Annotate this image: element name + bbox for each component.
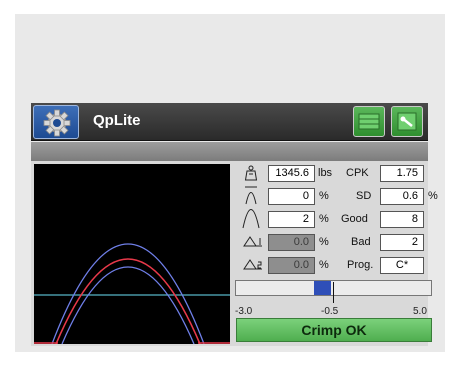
sd-value: 0.6 — [380, 188, 424, 205]
reading-5-unit: % — [319, 259, 329, 271]
grid-icon — [358, 113, 380, 130]
deviation-marker[interactable] — [314, 281, 331, 295]
weight-icon — [244, 165, 258, 181]
scale-min-label: -3.0 — [235, 306, 253, 317]
prog-label: Prog. — [347, 259, 374, 271]
tools-icon — [397, 112, 417, 131]
grid-button[interactable] — [353, 106, 385, 137]
delta-2-icon — [243, 259, 262, 270]
gear-icon — [43, 109, 71, 137]
sd-label: SD — [356, 190, 372, 202]
scale-mid-label: -0.5 — [321, 306, 339, 317]
bad-label: Bad — [351, 236, 371, 248]
curve-icon — [242, 209, 260, 229]
reading-5-value: 0.0 — [268, 257, 315, 274]
program-select[interactable]: C* — [380, 257, 424, 274]
force-unit: lbs — [318, 167, 333, 179]
reading-3-unit: % — [319, 213, 329, 225]
bad-value: 2 — [380, 234, 424, 251]
deviation-pointer — [333, 282, 334, 303]
lower-limit-curve — [61, 266, 195, 344]
cpk-value: 1.75 — [380, 165, 424, 182]
reading-2-value: 0 — [268, 188, 315, 205]
crimp-status: Crimp OK — [236, 318, 432, 342]
sd-unit: % — [428, 190, 438, 202]
reading-2-unit: % — [319, 190, 329, 202]
cpk-label: CPK — [346, 167, 369, 179]
reading-4-unit: % — [319, 236, 329, 248]
force-value: 1345.6 — [268, 165, 315, 182]
scale-max-label: 5.0 — [413, 306, 427, 317]
title-bar: QpLite — [31, 103, 428, 141]
app-title: QpLite — [93, 112, 141, 129]
reading-4-value: 0.0 — [268, 234, 315, 251]
tools-button[interactable] — [391, 106, 423, 137]
measured-curve — [55, 258, 201, 344]
settings-button[interactable] — [33, 105, 79, 139]
good-value: 8 — [380, 211, 424, 228]
crimp-force-graph — [34, 164, 230, 344]
reading-3-value: 2 — [268, 211, 315, 228]
peak-icon — [245, 186, 257, 205]
separator-bar — [31, 142, 428, 161]
good-label: Good — [341, 213, 368, 225]
delta-1-icon — [243, 236, 262, 247]
